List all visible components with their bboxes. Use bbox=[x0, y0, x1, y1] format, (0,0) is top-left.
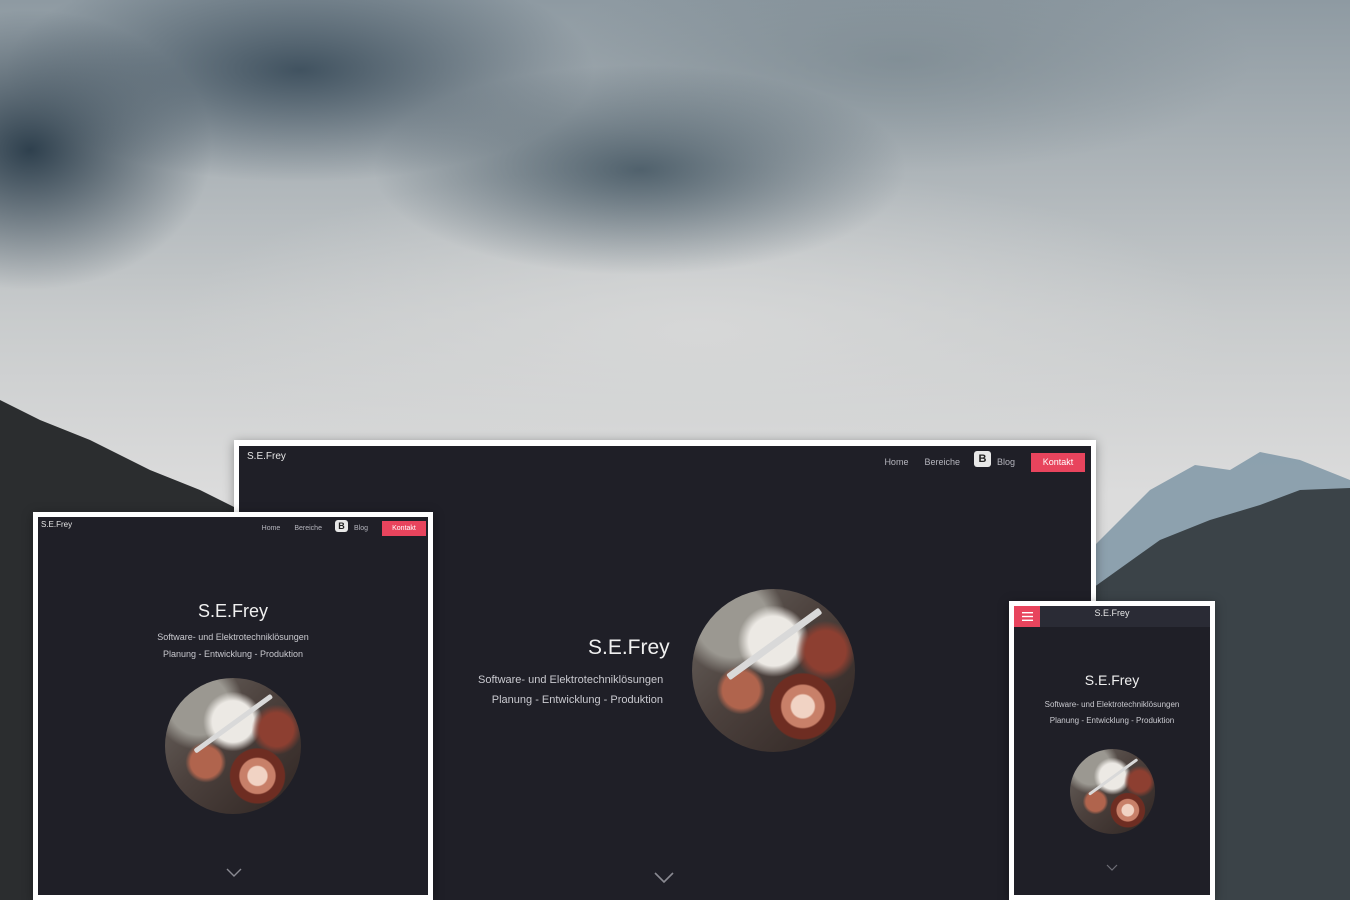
main-nav: Home Bereiche B Blog Kontakt bbox=[262, 520, 426, 536]
hero-subline: Planung - Entwicklung - Produktion bbox=[1049, 716, 1175, 725]
hero-photo bbox=[1070, 749, 1155, 834]
brand-logo[interactable]: S.E.Frey bbox=[1014, 608, 1210, 618]
nav-blog[interactable]: Blog bbox=[997, 457, 1015, 467]
nav-home[interactable]: Home bbox=[262, 525, 281, 532]
hero-photo bbox=[692, 589, 855, 752]
tablet-device-frame: S.E.Frey Home Bereiche B Blog Kontakt S.… bbox=[33, 512, 433, 900]
kontakt-button[interactable]: Kontakt bbox=[382, 520, 426, 536]
hero-tagline: Software- und Elektrotechniklösungen bbox=[157, 632, 309, 642]
nav-bereiche[interactable]: Bereiche bbox=[294, 525, 322, 532]
hero-title: S.E.Frey bbox=[1084, 672, 1140, 688]
tablet-screen: S.E.Frey Home Bereiche B Blog Kontakt S.… bbox=[38, 517, 428, 895]
chevron-down-icon[interactable] bbox=[1105, 863, 1119, 872]
nav-bereiche[interactable]: Bereiche bbox=[924, 457, 960, 467]
brand-logo[interactable]: S.E.Frey bbox=[247, 451, 286, 462]
brand-logo[interactable]: S.E.Frey bbox=[41, 520, 72, 529]
nav-home[interactable]: Home bbox=[884, 457, 908, 467]
hero-photo bbox=[165, 678, 301, 814]
hero-subline: Planung - Entwicklung - Produktion bbox=[162, 649, 304, 659]
hero-subline: Planung - Entwicklung - Produktion bbox=[491, 694, 663, 706]
chevron-down-icon[interactable] bbox=[225, 867, 243, 878]
blogger-icon[interactable]: B bbox=[973, 451, 991, 467]
phone-screen: S.E.Frey S.E.Frey Software- und Elektrot… bbox=[1014, 606, 1210, 895]
hero-title: S.E.Frey bbox=[588, 636, 670, 659]
hero-tagline: Software- und Elektrotechniklösungen bbox=[1044, 700, 1180, 709]
blogger-icon[interactable]: B bbox=[334, 520, 348, 532]
phone-device-frame: S.E.Frey S.E.Frey Software- und Elektrot… bbox=[1009, 601, 1215, 900]
hero-tagline: Software- und Elektrotechniklösungen bbox=[478, 674, 664, 686]
hero-title: S.E.Frey bbox=[197, 601, 268, 621]
nav-blog[interactable]: Blog bbox=[354, 525, 368, 532]
kontakt-button[interactable]: Kontakt bbox=[1031, 452, 1085, 472]
chevron-down-icon[interactable] bbox=[653, 871, 675, 885]
main-nav: Home Bereiche B Blog Kontakt bbox=[884, 451, 1085, 472]
